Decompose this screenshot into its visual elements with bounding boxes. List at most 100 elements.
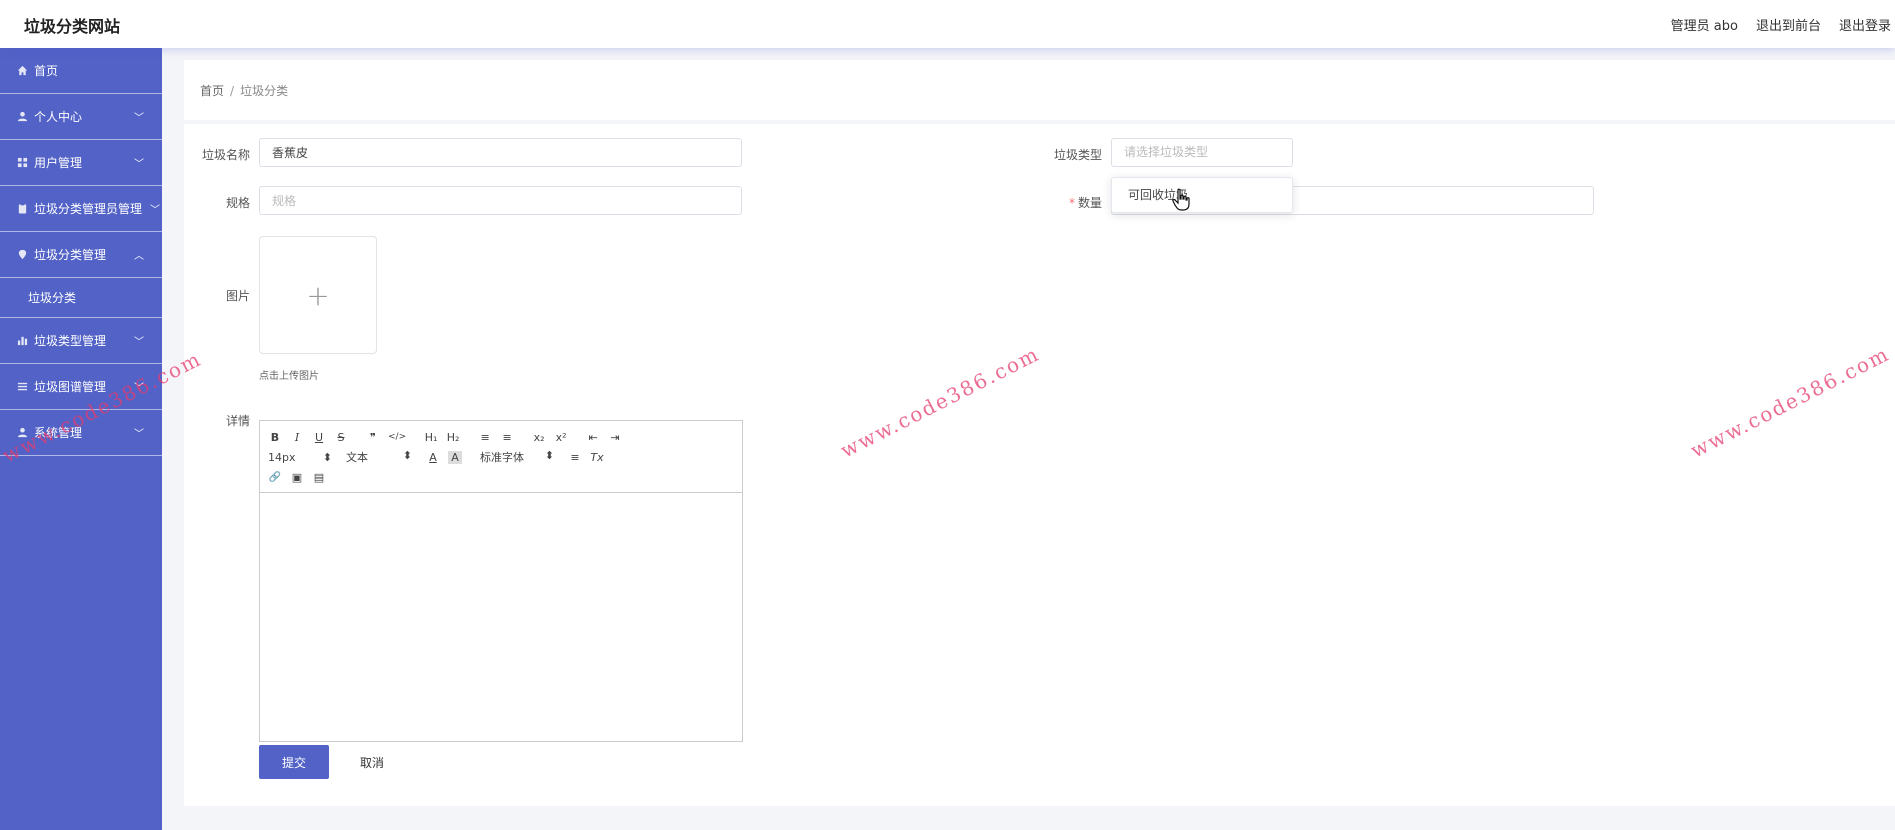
sidebar-item-label: 系统管理 — [34, 426, 83, 440]
toolbar-row: 🔗 ▣ ▤ — [268, 467, 734, 487]
type-dropdown: 可回收垃圾 — [1111, 177, 1293, 213]
exit-to-front-link[interactable]: 退出到前台 — [1756, 15, 1821, 34]
sidebar-item-label: 用户管理 — [34, 156, 83, 170]
sidebar-subitem-classification[interactable]: 垃圾分类 — [0, 278, 162, 318]
chevron-up-icon: ︿ — [134, 251, 144, 262]
cancel-button[interactable]: 取消 — [342, 745, 402, 779]
strike-button[interactable]: S — [334, 431, 348, 444]
image-label: 图片 — [225, 289, 250, 303]
font-family-select[interactable]: 标准字体 ⬍ — [480, 449, 554, 465]
spec-label: 规格 — [225, 196, 250, 210]
name-input[interactable] — [259, 138, 742, 167]
type-select-placeholder: 请选择垃圾类型 — [1124, 145, 1209, 159]
hand-cursor-icon — [1172, 188, 1190, 211]
site-title: 垃圾分类网站 — [24, 17, 121, 36]
align-button[interactable]: ≡ — [568, 451, 582, 464]
detail-label: 详情 — [225, 414, 250, 428]
sidebar-item-label: 首页 — [34, 64, 59, 78]
chart-icon — [16, 335, 28, 347]
submit-button[interactable]: 提交 — [259, 745, 329, 779]
logout-link[interactable]: 退出登录 — [1839, 15, 1891, 34]
sidebar-item-label: 垃圾分类管理员管理 — [34, 202, 143, 216]
plus-icon: + — [306, 278, 330, 312]
chevron-down-icon: ﹀ — [134, 337, 144, 348]
toolbar-row: 14px ⬍ 文本 ⬍ A A 标准字体 ⬍ ≡ Tx — [268, 447, 734, 467]
home-icon — [16, 65, 28, 77]
pin-icon — [16, 249, 28, 261]
video-icon[interactable]: ▤ — [312, 471, 326, 484]
user-icon — [16, 111, 28, 123]
heading-select[interactable]: 文本 ⬍ — [346, 449, 412, 465]
image-uploader[interactable]: + — [259, 236, 377, 354]
sidebar-item-label: 垃圾图谱管理 — [34, 380, 107, 394]
image-icon[interactable]: ▣ — [290, 471, 304, 484]
font-size-value: 14px — [268, 450, 296, 464]
select-arrows-icon: ⬍ — [322, 450, 332, 464]
select-arrows-icon: ⬍ — [544, 449, 554, 462]
underline-button[interactable]: U — [312, 431, 326, 444]
form-card: 垃圾名称 垃圾类型 请选择垃圾类型 可回收垃圾 规格 *数量 图片 + 点击上传… — [184, 124, 1895, 806]
blockquote-button[interactable]: ❞ — [366, 431, 380, 444]
name-label: 垃圾名称 — [201, 148, 250, 162]
upload-hint: 点击上传图片 — [259, 371, 319, 382]
italic-button[interactable]: I — [290, 431, 304, 444]
heading-value: 文本 — [346, 451, 368, 464]
header-actions: 管理员 abo 退出到前台 退出登录 — [1671, 15, 1891, 34]
chevron-down-icon: ﹀ — [150, 205, 160, 216]
subscript-button[interactable]: x₂ — [532, 431, 546, 444]
font-family-value: 标准字体 — [480, 451, 524, 464]
breadcrumb-home[interactable]: 首页 — [200, 84, 224, 98]
chevron-down-icon: ﹀ — [134, 159, 144, 170]
rich-text-editor: B I U S ❞ </> H₁ H₂ ≡ ≡ x₂ x² ⇤ ⇥ 14px ⬍… — [259, 420, 743, 742]
sidebar-item-home[interactable]: 首页 — [0, 48, 162, 94]
select-arrows-icon: ⬍ — [402, 449, 412, 462]
indent-button[interactable]: ⇥ — [608, 431, 622, 444]
grid-icon — [16, 157, 28, 169]
ordered-list-button[interactable]: ≡ — [478, 431, 492, 444]
user-icon — [16, 427, 28, 439]
spec-input[interactable] — [259, 186, 742, 215]
clipboard-icon — [16, 203, 28, 215]
sidebar-item-system-management[interactable]: 系统管理 ﹀ — [0, 410, 162, 456]
superscript-button[interactable]: x² — [554, 431, 568, 444]
background-color-button[interactable]: A — [448, 450, 462, 464]
sidebar-item-label: 垃圾分类管理 — [34, 248, 107, 262]
sidebar-item-user-management[interactable]: 用户管理 ﹀ — [0, 140, 162, 186]
sidebar-item-classification-management[interactable]: 垃圾分类管理 ︿ — [0, 232, 162, 278]
breadcrumb-card: 首页 / 垃圾分类 — [184, 60, 1895, 120]
outdent-button[interactable]: ⇤ — [586, 431, 600, 444]
link-icon[interactable]: 🔗 — [268, 472, 282, 483]
code-block-button[interactable]: </> — [388, 432, 406, 442]
sidebar-item-label: 个人中心 — [34, 110, 83, 124]
chevron-down-icon: ﹀ — [134, 429, 144, 440]
breadcrumb: 首页 / 垃圾分类 — [200, 82, 288, 99]
admin-user-label: 管理员 abo — [1670, 19, 1738, 34]
editor-content-area[interactable] — [260, 493, 742, 741]
quantity-label-text: 数量 — [1077, 196, 1102, 210]
sidebar-item-atlas-management[interactable]: 垃圾图谱管理 ﹀ — [0, 364, 162, 410]
chevron-down-icon: ﹀ — [134, 113, 144, 124]
header1-button[interactable]: H₁ — [424, 431, 438, 444]
sidebar-subitem-label: 垃圾分类 — [28, 291, 77, 305]
font-color-button[interactable]: A — [426, 451, 440, 464]
sidebar-item-personal-center[interactable]: 个人中心 ﹀ — [0, 94, 162, 140]
bullet-list-button[interactable]: ≡ — [500, 431, 514, 444]
breadcrumb-separator: / — [230, 84, 235, 98]
list-icon — [16, 381, 28, 393]
type-option[interactable]: 可回收垃圾 — [1112, 178, 1292, 212]
top-header: 垃圾分类网站 管理员 abo 退出到前台 退出登录 — [0, 0, 1895, 48]
breadcrumb-current: 垃圾分类 — [240, 84, 289, 98]
header2-button[interactable]: H₂ — [446, 431, 460, 444]
sidebar-item-label: 垃圾类型管理 — [34, 334, 107, 348]
font-size-select[interactable]: 14px ⬍ — [268, 451, 332, 464]
chevron-down-icon: ﹀ — [134, 383, 144, 394]
sidebar: 首页 个人中心 ﹀ 用户管理 ﹀ 垃圾分类管理员管理 ﹀ 垃圾分类管理 ︿ 垃圾… — [0, 48, 162, 830]
required-mark: * — [1068, 196, 1075, 210]
toolbar-row: B I U S ❞ </> H₁ H₂ ≡ ≡ x₂ x² ⇤ ⇥ — [268, 427, 734, 447]
clean-format-button[interactable]: Tx — [590, 451, 604, 464]
sidebar-item-type-management[interactable]: 垃圾类型管理 ﹀ — [0, 318, 162, 364]
type-label: 垃圾类型 — [1053, 148, 1102, 162]
type-select[interactable]: 请选择垃圾类型 — [1111, 138, 1293, 167]
sidebar-item-admin-management[interactable]: 垃圾分类管理员管理 ﹀ — [0, 186, 162, 232]
bold-button[interactable]: B — [268, 431, 282, 444]
